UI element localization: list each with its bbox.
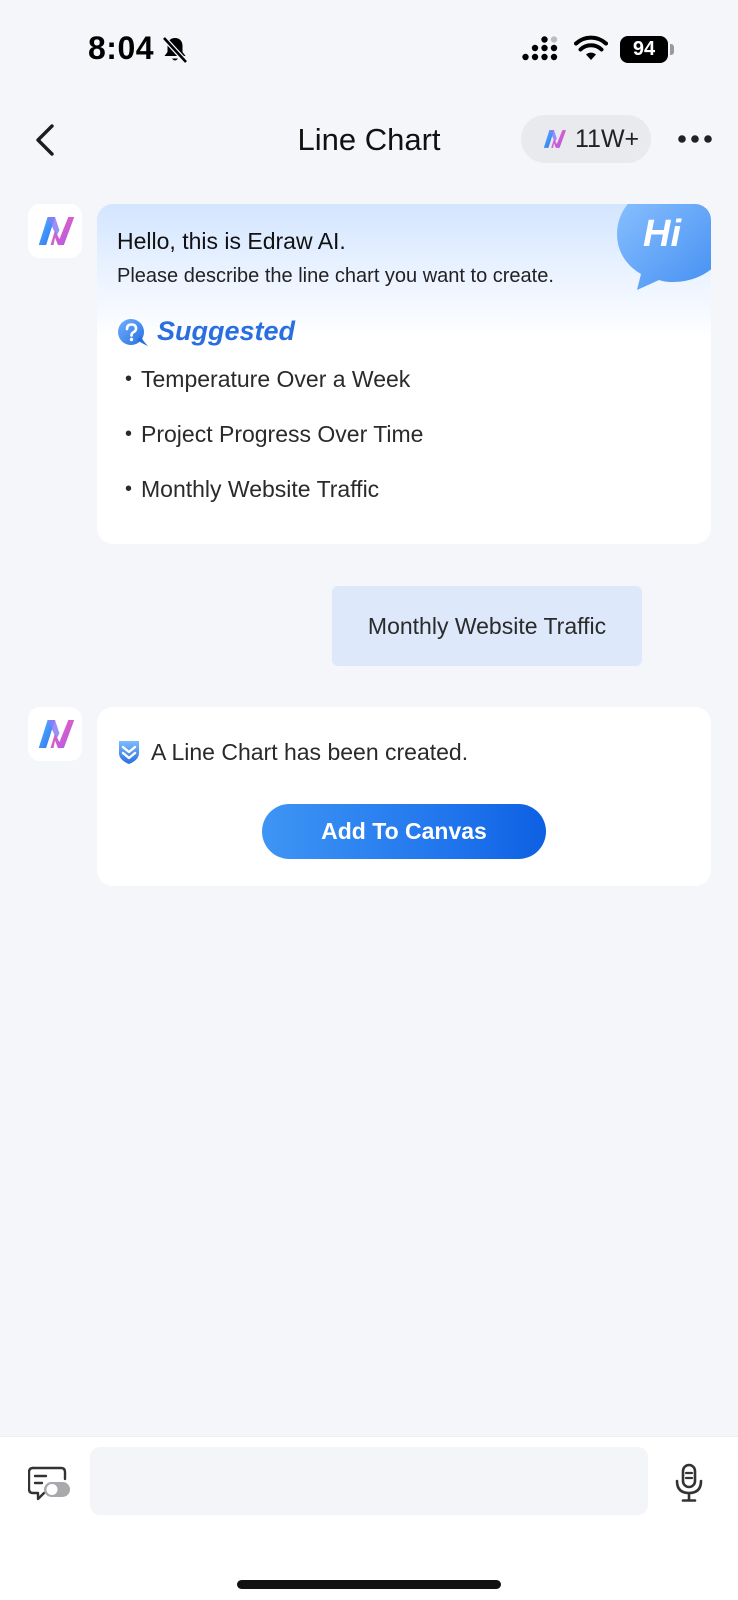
ai-avatar (28, 204, 82, 258)
bullet-icon: • (125, 478, 133, 500)
home-indicator (237, 1580, 501, 1589)
ai-avatar (28, 707, 82, 761)
signal-icon (522, 36, 558, 61)
back-button[interactable] (28, 118, 64, 162)
edraw-logo-icon (38, 216, 75, 246)
wifi-icon (574, 35, 608, 60)
suggestion-item[interactable]: • Project Progress Over Time (125, 421, 423, 448)
more-horizontal-icon[interactable] (676, 124, 716, 154)
hi-badge-text: Hi (643, 213, 682, 255)
greeting-card: Hello, this is Edraw AI. Please describe… (97, 204, 711, 544)
credits-count: 11W+ (575, 125, 640, 153)
result-message: A Line Chart has been created. (151, 739, 469, 765)
suggested-title: Suggested (157, 316, 296, 346)
suggestion-item[interactable]: • Monthly Website Traffic (125, 476, 379, 503)
edraw-logo-icon (543, 130, 567, 148)
suggestion-label: Monthly Website Traffic (141, 476, 380, 502)
credits-button[interactable]: 11W+ (521, 115, 651, 163)
edraw-logo-icon (38, 719, 75, 749)
user-message-bubble: Monthly Website Traffic (332, 586, 642, 666)
add-to-canvas-button[interactable]: Add To Canvas (262, 804, 546, 859)
suggestion-label: Project Progress Over Time (141, 421, 424, 447)
suggestion-label: Temperature Over a Week (141, 366, 411, 392)
battery-tip (670, 44, 674, 55)
message-input[interactable] (90, 1447, 648, 1515)
status-time: 8:04 (88, 30, 155, 66)
bullet-icon: • (125, 368, 133, 390)
suggestion-item[interactable]: • Temperature Over a Week (125, 366, 410, 393)
question-bubble-icon (118, 319, 148, 346)
battery-icon: 94 (620, 36, 668, 63)
hi-bubble-icon: Hi (617, 204, 711, 290)
check-shield-icon (119, 741, 139, 764)
input-mode-toggle-icon[interactable] (28, 1465, 70, 1501)
bullet-icon: • (125, 423, 133, 445)
greeting-title: Hello, this is Edraw AI. (117, 228, 346, 254)
bell-slash-icon (162, 36, 188, 64)
input-bar (0, 1436, 738, 1600)
result-card: A Line Chart has been created. Add To Ca… (97, 707, 711, 886)
microphone-icon[interactable] (674, 1463, 704, 1503)
status-bar: 8:04 94 (0, 0, 738, 100)
greeting-subtitle: Please describe the line chart you want … (117, 265, 554, 287)
